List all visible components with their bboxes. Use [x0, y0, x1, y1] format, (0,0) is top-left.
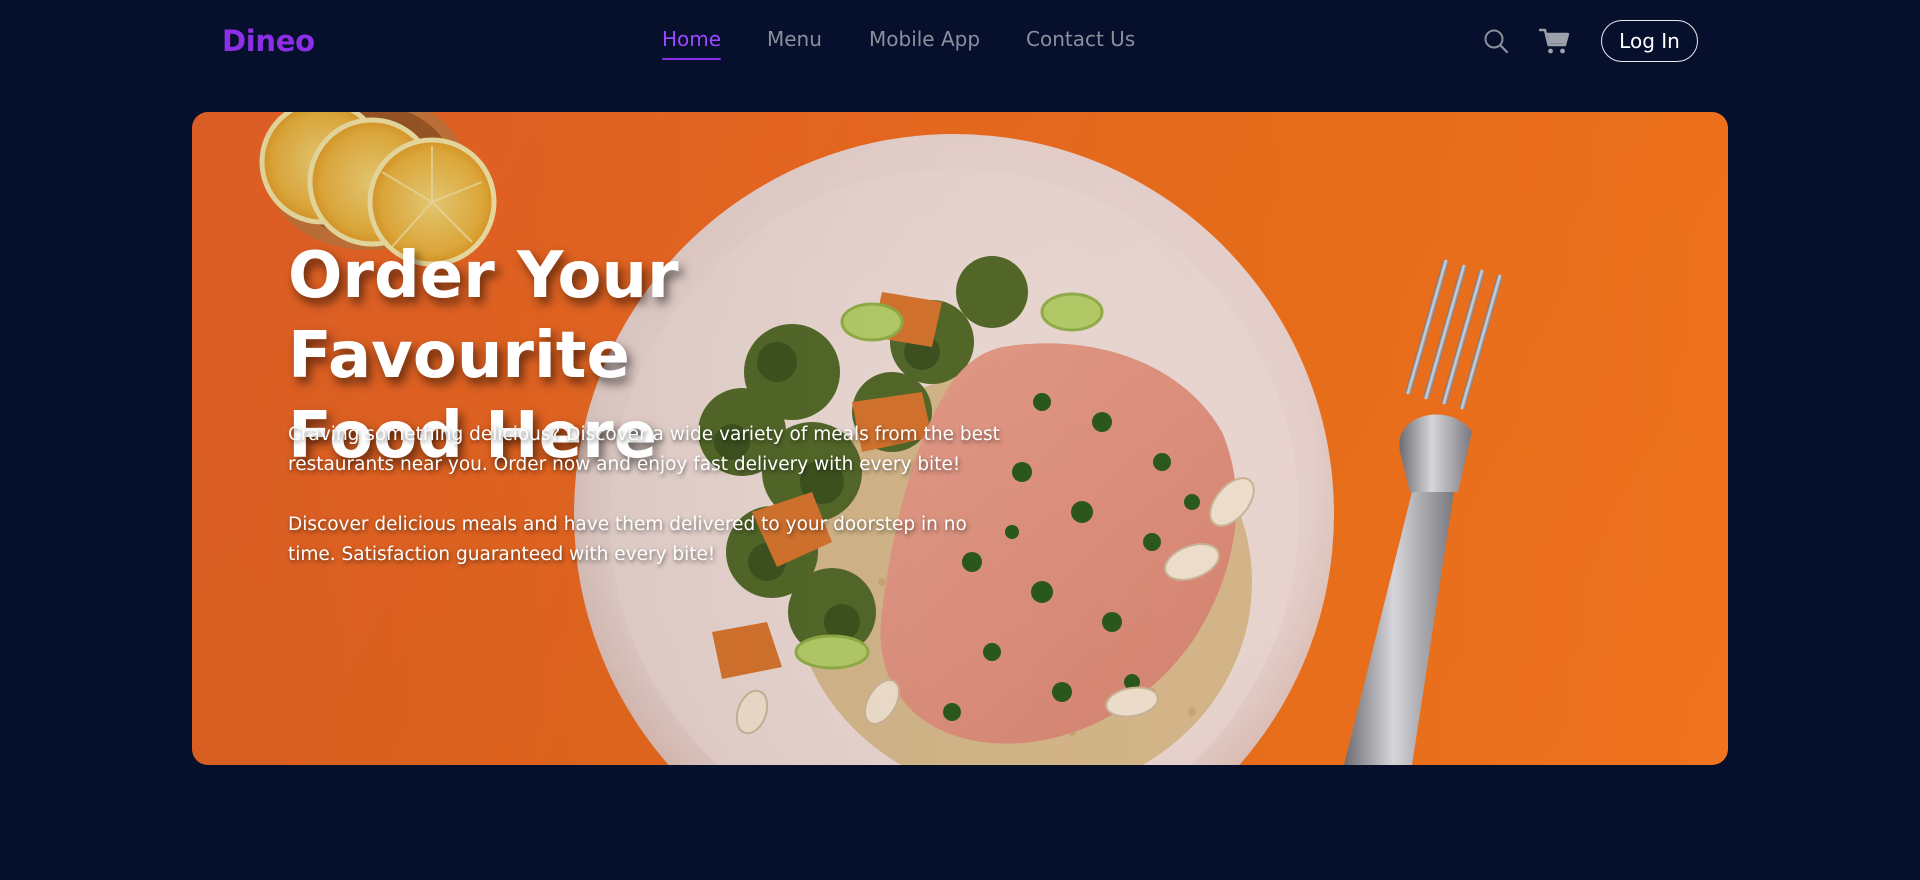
- search-icon: [1484, 29, 1509, 54]
- hero-paragraph-2: Discover delicious meals and have them d…: [288, 514, 967, 565]
- nav-item-mobile-app[interactable]: Mobile App: [869, 27, 980, 51]
- nav-item-home[interactable]: Home: [662, 27, 722, 60]
- nav-item-contact-us[interactable]: Contact Us: [1026, 27, 1135, 51]
- hero-banner: Order Your Favourite Food Here Craving s…: [192, 112, 1728, 765]
- navbar: Dineo Home Menu Mobile App Contact Us Lo…: [0, 0, 1920, 84]
- logo[interactable]: Dineo: [222, 24, 315, 58]
- nav-item-menu[interactable]: Menu: [767, 27, 822, 51]
- login-button[interactable]: Log In: [1601, 20, 1698, 62]
- hero-title-line-1: Order Your Favourite: [288, 239, 679, 393]
- hero-paragraph-1: Craving something delicious? Discover a …: [288, 424, 1000, 475]
- cart-button[interactable]: [1538, 26, 1570, 56]
- search-button[interactable]: [1481, 26, 1511, 56]
- cart-icon: [1538, 28, 1570, 54]
